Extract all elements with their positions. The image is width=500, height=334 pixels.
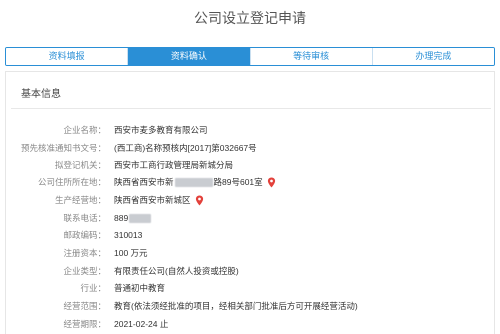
field-label: 行业： xyxy=(80,283,106,293)
map-pin-icon[interactable] xyxy=(195,195,204,206)
field-label: 邮政编码： xyxy=(63,230,106,240)
step-complete[interactable]: 办理完成 xyxy=(372,48,494,65)
address-suffix: 路89号601室 xyxy=(213,177,263,187)
step-fill-info[interactable]: 资料填报 xyxy=(6,48,129,65)
field-value: 教育(依法须经批准的项目，经相关部门批准后方可开展经营活动) xyxy=(114,301,358,311)
field-postal-code: 邮政编码： 310013 xyxy=(6,228,496,242)
field-business-term: 经营期限： 2021-02-24 止 xyxy=(6,317,496,331)
phone-prefix: 889 xyxy=(114,213,129,223)
field-label: 注册资本： xyxy=(63,248,106,258)
field-label: 拟登记机关： xyxy=(54,160,106,170)
field-label: 生产经营地： xyxy=(54,195,106,205)
field-phone: 联系电话： 889 xyxy=(6,211,496,225)
field-value: 陕西省西安市新 路89号601室 xyxy=(114,175,276,189)
field-business-scope: 经营范围： 教育(依法须经批准的项目，经相关部门批准后方可开展经营活动) xyxy=(6,299,496,313)
field-registration-authority: 拟登记机关： 西安市工商行政管理局新城分局 xyxy=(6,158,496,172)
field-industry: 行业： 普通初中教育 xyxy=(6,281,496,295)
field-label: 经营范围： xyxy=(63,301,106,311)
redacted-text xyxy=(129,213,152,223)
field-value: 有限责任公司(自然人投资或控股) xyxy=(114,266,239,276)
field-value: 310013 xyxy=(114,230,143,240)
field-label: 经营期限： xyxy=(63,319,106,329)
field-value: 陕西省西安市新城区 xyxy=(114,193,204,207)
field-value: 889 xyxy=(114,211,152,225)
basic-info-panel: 基本信息 企业名称： 西安市麦多教育有限公司 预先核准通知书文号： (西工商)名… xyxy=(5,71,495,334)
field-approval-number: 预先核准通知书文号： (西工商)名称预核内[2017]第032667号 xyxy=(6,141,496,155)
field-company-name: 企业名称： 西安市麦多教育有限公司 xyxy=(6,123,496,137)
progress-steps: 资料填报 资料确认 等待审核 办理完成 xyxy=(5,47,495,66)
business-location-text: 陕西省西安市新城区 xyxy=(114,195,191,205)
step-await-review[interactable]: 等待审核 xyxy=(250,48,373,65)
field-business-location: 生产经营地： 陕西省西安市新城区 xyxy=(6,193,496,207)
field-label: 企业类型： xyxy=(63,266,106,276)
section-divider xyxy=(11,108,491,109)
field-registered-capital: 注册资本： 100 万元 xyxy=(6,246,496,260)
field-value: 2021-02-24 止 xyxy=(114,319,169,329)
field-label: 联系电话： xyxy=(63,213,106,223)
map-pin-icon[interactable] xyxy=(267,177,276,188)
page-title: 公司设立登记申请 xyxy=(194,10,306,26)
field-company-type: 企业类型： 有限责任公司(自然人投资或控股) xyxy=(6,264,496,278)
field-company-address: 公司住所所在地： 陕西省西安市新 路89号601室 xyxy=(6,175,496,189)
field-value: 西安市工商行政管理局新城分局 xyxy=(114,160,234,170)
redacted-text xyxy=(174,177,213,187)
section-title: 基本信息 xyxy=(21,89,61,100)
field-label: 企业名称： xyxy=(63,125,106,135)
field-value: 西安市麦多教育有限公司 xyxy=(114,125,208,135)
address-prefix: 陕西省西安市新 xyxy=(114,177,174,187)
field-value: 100 万元 xyxy=(114,248,148,258)
step-confirm-info[interactable]: 资料确认 xyxy=(128,48,251,65)
field-value: 普通初中教育 xyxy=(114,283,166,293)
field-value: (西工商)名称预核内[2017]第032667号 xyxy=(114,143,257,153)
field-label: 预先核准通知书文号： xyxy=(20,143,106,153)
field-label: 公司住所所在地： xyxy=(37,177,106,187)
